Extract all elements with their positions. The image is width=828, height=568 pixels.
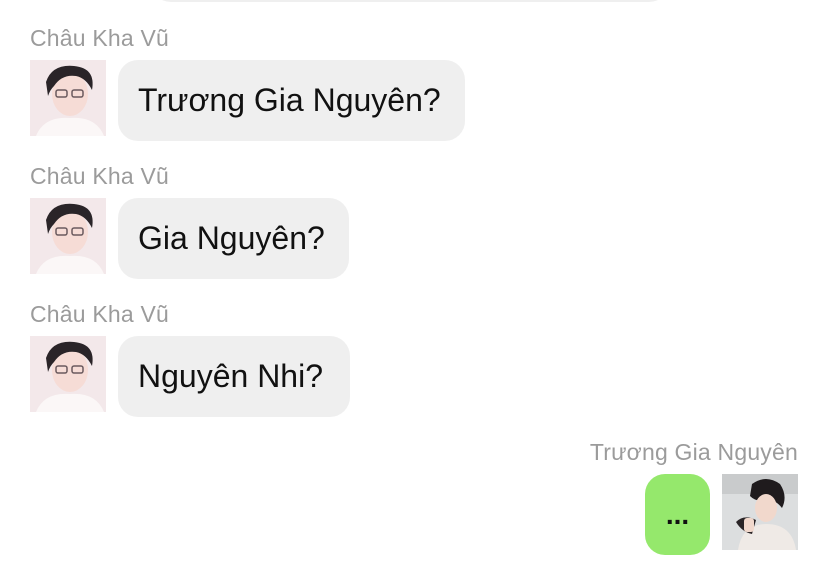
user-avatar-icon[interactable] [30,336,106,412]
sender-name: Châu Kha Vũ [30,301,170,327]
sender-name: Châu Kha Vũ [30,25,170,51]
message-bubble[interactable]: Nguyên Nhi? [118,336,350,417]
message-bubble[interactable]: Gia Nguyên? [118,198,349,279]
typing-bubble[interactable]: ... [645,474,710,555]
sender-name: Trương Gia Nguyên [589,439,798,465]
previous-message-bubble[interactable] [150,0,670,2]
message-bubble[interactable]: Trương Gia Nguyên? [118,60,465,141]
user-avatar-icon[interactable] [30,60,106,136]
user-avatar-icon[interactable] [722,474,798,550]
user-avatar-icon[interactable] [30,198,106,274]
chat-thread: Châu Kha Vũ Trương Gia Nguyên? Châu Kha … [0,0,828,568]
sender-name: Châu Kha Vũ [30,163,170,189]
